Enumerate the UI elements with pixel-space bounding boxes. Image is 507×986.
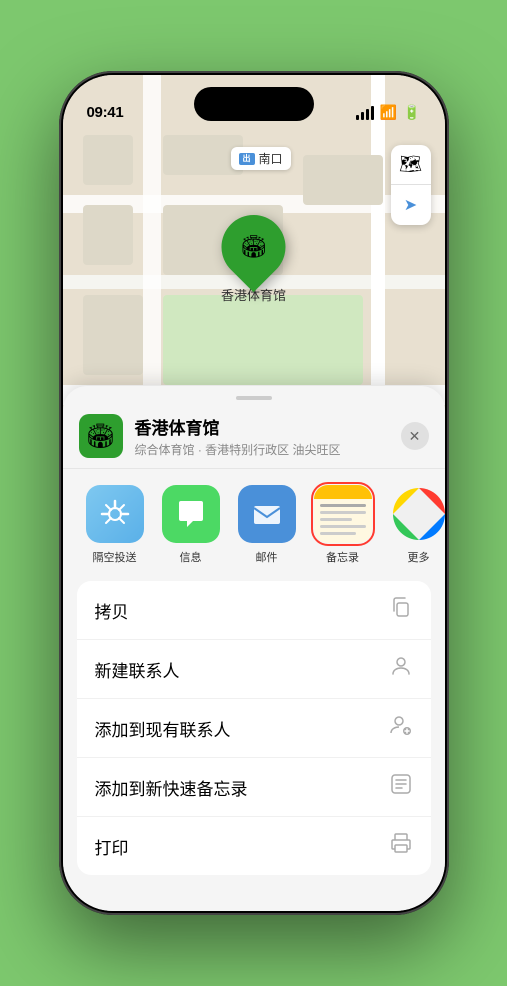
share-airdrop[interactable]: 隔空投送 — [77, 485, 153, 565]
airdrop-label: 隔空投送 — [93, 549, 137, 565]
map-tag: 出 南口 — [231, 147, 291, 170]
location-description: 综合体育馆 · 香港特别行政区 油尖旺区 — [135, 441, 389, 458]
action-print-label: 打印 — [95, 834, 129, 859]
action-new-contact[interactable]: 新建联系人 — [77, 640, 431, 699]
share-notes[interactable]: 备忘录 — [305, 485, 381, 565]
action-quick-note-label: 添加到新快速备忘录 — [95, 775, 248, 800]
action-quick-note[interactable]: 添加到新快速备忘录 — [77, 758, 431, 817]
wifi-icon: 📶 — [380, 104, 397, 121]
close-button[interactable]: ✕ — [401, 422, 429, 450]
dynamic-island — [194, 87, 314, 121]
bottom-sheet: 🏟 香港体育馆 综合体育馆 · 香港特别行政区 油尖旺区 ✕ — [63, 386, 445, 911]
map-tag-label: 南口 — [259, 150, 283, 167]
map-controls: 🗺 ➤ — [391, 145, 431, 225]
add-contact-icon — [389, 713, 413, 743]
action-new-contact-label: 新建联系人 — [95, 657, 180, 682]
quick-note-icon — [389, 772, 413, 802]
pin-circle: 🏟 — [208, 202, 299, 293]
mail-icon — [238, 485, 296, 543]
mail-label: 邮件 — [256, 549, 278, 565]
action-list: 拷贝 新建联系人 — [77, 581, 431, 875]
map-tag-icon: 出 — [239, 153, 255, 165]
signal-icon — [356, 106, 374, 120]
status-time: 09:41 — [87, 104, 124, 121]
action-add-contact-label: 添加到现有联系人 — [95, 716, 231, 741]
share-row: 隔空投送 信息 — [63, 469, 445, 575]
message-label: 信息 — [180, 549, 202, 565]
notes-label: 备忘录 — [326, 549, 359, 565]
notes-icon-wrap — [314, 485, 372, 543]
copy-icon — [389, 595, 413, 625]
location-pin: 🏟 香港体育馆 — [221, 215, 286, 304]
more-icon — [390, 485, 445, 543]
more-label: 更多 — [408, 549, 430, 565]
action-print[interactable]: 打印 — [77, 817, 431, 875]
action-copy[interactable]: 拷贝 — [77, 581, 431, 640]
location-header: 🏟 香港体育馆 综合体育馆 · 香港特别行政区 油尖旺区 ✕ — [63, 400, 445, 469]
message-icon — [162, 485, 220, 543]
phone-frame: 09:41 📶 🔋 — [59, 71, 449, 915]
action-copy-label: 拷贝 — [95, 598, 129, 623]
location-icon: 🏟 — [79, 414, 123, 458]
action-add-contact[interactable]: 添加到现有联系人 — [77, 699, 431, 758]
status-icons: 📶 🔋 — [356, 104, 421, 121]
location-name: 香港体育馆 — [135, 414, 389, 439]
location-info: 香港体育馆 综合体育馆 · 香港特别行政区 油尖旺区 — [135, 414, 389, 458]
map-type-button[interactable]: 🗺 — [391, 145, 431, 185]
pin-icon: 🏟 — [240, 234, 268, 260]
phone-screen: 09:41 📶 🔋 — [63, 75, 445, 911]
print-icon — [389, 831, 413, 861]
share-more[interactable]: 更多 — [381, 485, 445, 565]
share-message[interactable]: 信息 — [153, 485, 229, 565]
new-contact-icon — [389, 654, 413, 684]
airdrop-icon — [86, 485, 144, 543]
battery-icon: 🔋 — [403, 104, 420, 121]
location-button[interactable]: ➤ — [391, 185, 431, 225]
share-mail[interactable]: 邮件 — [229, 485, 305, 565]
